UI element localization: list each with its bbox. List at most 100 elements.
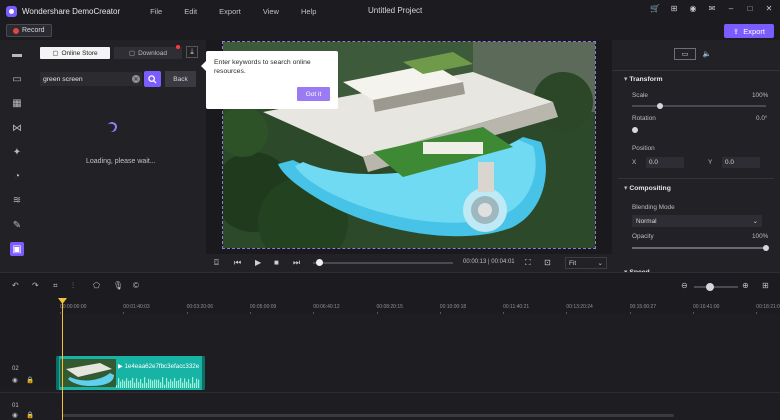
opacity-slider-track[interactable] bbox=[632, 247, 766, 249]
ruler-tick-label: 00:10:00:18 bbox=[439, 304, 467, 310]
waveform-bar bbox=[182, 382, 184, 388]
compositing-header[interactable]: Compositing bbox=[624, 184, 671, 192]
menu-file[interactable]: File bbox=[150, 7, 162, 16]
ruler-tick-label: 00:16:41:00 bbox=[693, 304, 720, 310]
tool-sidebar: ▬ ▭ ▦ ⋈ ✦ ◔ ≋ ✎ ▣ bbox=[0, 40, 34, 272]
stop-icon[interactable]: ■ bbox=[274, 258, 279, 267]
download-tab-icon: ▢ bbox=[128, 50, 136, 57]
split-icon[interactable]: ⫶ bbox=[72, 281, 74, 291]
cart-icon[interactable]: 🛒 bbox=[650, 4, 660, 13]
menu-view[interactable]: View bbox=[263, 7, 279, 16]
position-label: Position bbox=[632, 145, 655, 152]
gift-icon[interactable]: ⊞ bbox=[669, 4, 679, 13]
waveform-bar bbox=[190, 383, 192, 388]
templates-icon[interactable]: ▦ bbox=[10, 96, 24, 110]
props-divider-2 bbox=[618, 178, 774, 179]
opacity-slider-knob[interactable] bbox=[763, 245, 769, 251]
clip-trim-right-handle[interactable] bbox=[202, 356, 205, 390]
search-input[interactable] bbox=[40, 72, 142, 86]
export-label: Export bbox=[743, 26, 765, 36]
app-logo-icon bbox=[6, 5, 17, 17]
search-button[interactable] bbox=[144, 71, 161, 87]
waveform-bar bbox=[162, 377, 164, 388]
search-tooltip: Enter keywords to search online resource… bbox=[201, 51, 338, 109]
rotation-knob[interactable] bbox=[632, 127, 638, 133]
close-icon[interactable]: ✕ bbox=[764, 4, 774, 13]
fit-timeline-icon[interactable]: ⊞ bbox=[762, 281, 769, 290]
props-divider bbox=[612, 70, 780, 71]
undo-icon[interactable]: ↶ bbox=[12, 281, 19, 290]
stickers-icon[interactable]: ◔ bbox=[10, 169, 24, 183]
avatar-icon[interactable]: ◉ bbox=[688, 4, 698, 13]
menu-edit[interactable]: Edit bbox=[184, 7, 197, 16]
audio-icon[interactable]: ≋ bbox=[10, 193, 24, 207]
clip-name: ▶ 1e4eaa62e7fbc3efacc332e bbox=[118, 363, 200, 370]
search-icon bbox=[148, 74, 157, 84]
chevron-down-icon: ⌄ bbox=[752, 218, 758, 225]
waveform-bar bbox=[152, 380, 154, 388]
waveform-bar bbox=[192, 377, 194, 388]
tab-download[interactable]: ▢ Download bbox=[114, 47, 182, 59]
previous-frame-icon[interactable]: ⏮ bbox=[234, 258, 241, 268]
play-icon[interactable]: ▶ bbox=[255, 258, 261, 267]
eye-icon[interactable]: ◉ bbox=[12, 411, 18, 419]
audio-props-icon[interactable]: 🔈 bbox=[696, 48, 718, 60]
scale-slider-track[interactable] bbox=[632, 105, 766, 107]
menu-export[interactable]: Export bbox=[219, 7, 241, 16]
zoom-slider-track[interactable] bbox=[694, 286, 738, 288]
fullscreen-icon[interactable]: ⛶ bbox=[525, 258, 531, 268]
playhead[interactable] bbox=[62, 298, 63, 420]
zoom-fit-select[interactable]: Fit ⌄ bbox=[565, 257, 607, 269]
next-frame-icon[interactable]: ⏭ bbox=[293, 258, 300, 268]
copyright-icon[interactable]: © bbox=[133, 281, 139, 290]
position-y-field[interactable]: 0.0 bbox=[722, 157, 760, 168]
clip-trim-left-handle[interactable] bbox=[56, 356, 59, 390]
menu-help[interactable]: Help bbox=[301, 7, 316, 16]
rotation-value: 0.0° bbox=[756, 115, 768, 122]
playback-progress-track[interactable] bbox=[313, 262, 453, 264]
video-props-icon[interactable]: ▭ bbox=[674, 48, 696, 60]
crop-tool-icon[interactable]: ⌗ bbox=[53, 281, 58, 291]
got-it-button[interactable]: Got it bbox=[297, 87, 330, 101]
minimize-icon[interactable]: – bbox=[726, 4, 736, 13]
back-button[interactable]: Back bbox=[165, 71, 196, 87]
effects-icon[interactable]: ✦ bbox=[10, 145, 24, 159]
lock-icon[interactable]: 🔒 bbox=[26, 376, 34, 384]
media-icon[interactable]: ▬ bbox=[10, 47, 24, 61]
store-tab-icon: ▢ bbox=[52, 50, 59, 57]
zoom-out-icon[interactable]: ⊖ bbox=[681, 281, 688, 290]
notification-icon[interactable]: ✉ bbox=[707, 4, 717, 13]
maximize-icon[interactable]: □ bbox=[745, 4, 755, 13]
zoom-slider-knob[interactable] bbox=[706, 283, 714, 291]
transform-header[interactable]: Transform bbox=[624, 75, 662, 83]
captions-icon[interactable]: ▭ bbox=[10, 72, 24, 86]
waveform-bar bbox=[186, 381, 188, 388]
eye-icon[interactable]: ◉ bbox=[12, 376, 18, 384]
scale-slider-knob[interactable] bbox=[657, 103, 663, 109]
position-x-field[interactable]: 0.0 bbox=[646, 157, 684, 168]
download-icon[interactable]: ⤓ bbox=[186, 46, 198, 58]
tab-online-store[interactable]: ▢ Online Store bbox=[40, 47, 110, 59]
clear-search-icon[interactable]: ✕ bbox=[132, 75, 140, 83]
lock-icon[interactable]: 🔒 bbox=[26, 411, 34, 419]
waveform-bar bbox=[148, 378, 150, 388]
video-clip[interactable]: ▶ 1e4eaa62e7fbc3efacc332e bbox=[56, 356, 205, 390]
y-label: Y bbox=[708, 159, 713, 166]
snapshot-icon[interactable]: ⌼ bbox=[214, 258, 219, 268]
opacity-value: 100% bbox=[752, 233, 769, 240]
transitions-icon[interactable]: ⋈ bbox=[10, 121, 24, 135]
timeline-scrollbar[interactable] bbox=[62, 414, 674, 417]
pin-icon[interactable]: ✎ bbox=[10, 218, 24, 232]
ruler-tick-label: 00:13:20:24 bbox=[566, 304, 593, 310]
export-button[interactable]: ⇪ Export bbox=[724, 24, 774, 38]
clip-thumbnail-image bbox=[60, 359, 116, 387]
microphone-icon[interactable]: 🎙 bbox=[113, 281, 123, 290]
zoom-in-icon[interactable]: ⊕ bbox=[742, 281, 749, 290]
playback-progress-knob[interactable] bbox=[316, 259, 323, 266]
store-icon[interactable]: ▣ bbox=[10, 242, 24, 256]
record-button[interactable]: Record bbox=[6, 24, 52, 37]
blending-mode-select[interactable]: Normal ⌄ bbox=[632, 215, 762, 227]
marker-icon[interactable]: ⬠ bbox=[93, 281, 100, 290]
crop-icon[interactable]: ⊡ bbox=[544, 258, 551, 267]
redo-icon[interactable]: ↷ bbox=[32, 281, 39, 290]
